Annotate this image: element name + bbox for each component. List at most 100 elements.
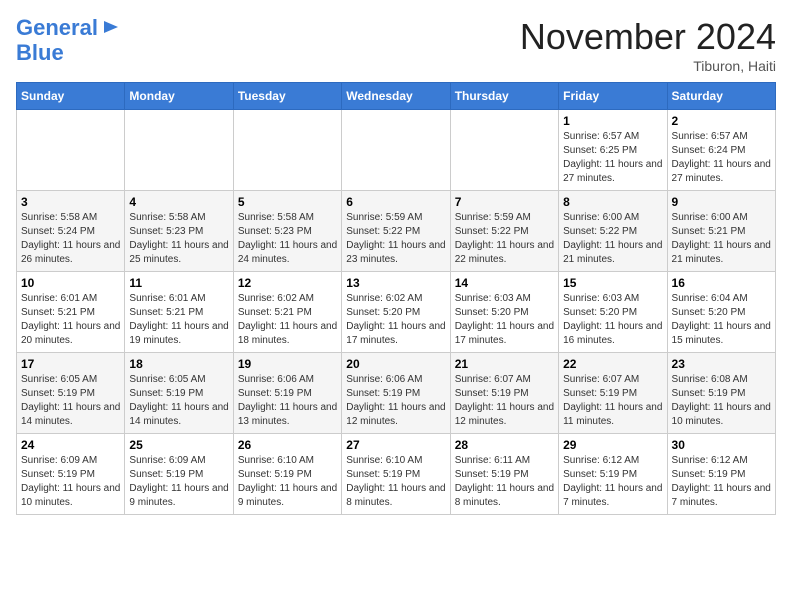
day-number: 29 (563, 438, 662, 452)
day-info: Sunrise: 6:09 AMSunset: 5:19 PMDaylight:… (21, 454, 120, 510)
day-number: 21 (455, 357, 554, 371)
calendar-cell: 23 Sunrise: 6:08 AMSunset: 5:19 PMDayligh… (667, 353, 775, 434)
weekday-header-sunday: Sunday (17, 83, 125, 110)
day-info: Sunrise: 5:59 AMSunset: 5:22 PMDaylight:… (455, 211, 554, 267)
day-number: 16 (672, 276, 771, 290)
day-number: 7 (455, 195, 554, 209)
calendar-cell: 10 Sunrise: 6:01 AMSunset: 5:21 PMDayligh… (17, 272, 125, 353)
day-number: 9 (672, 195, 771, 209)
calendar-cell (342, 110, 450, 191)
day-number: 22 (563, 357, 662, 371)
day-info: Sunrise: 5:59 AMSunset: 5:22 PMDaylight:… (346, 211, 445, 267)
calendar-cell: 6 Sunrise: 5:59 AMSunset: 5:22 PMDaylight… (342, 191, 450, 272)
calendar-cell: 25 Sunrise: 6:09 AMSunset: 5:19 PMDayligh… (125, 434, 233, 515)
day-info: Sunrise: 5:58 AMSunset: 5:23 PMDaylight:… (129, 211, 228, 267)
calendar-cell: 3 Sunrise: 5:58 AMSunset: 5:24 PMDaylight… (17, 191, 125, 272)
calendar-cell: 28Sunrise: 6:11 AMSunset: 5:19 PMDayligh… (450, 434, 558, 515)
day-info: Sunrise: 5:58 AMSunset: 5:24 PMDaylight:… (21, 211, 120, 267)
weekday-header-tuesday: Tuesday (233, 83, 341, 110)
day-info: Sunrise: 6:57 AMSunset: 6:24 PMDaylight:… (672, 130, 771, 186)
logo-text-line1: General (16, 16, 98, 40)
calendar-cell: 1 Sunrise: 6:57 AMSunset: 6:25 PMDaylight… (559, 110, 667, 191)
day-info: Sunrise: 6:00 AMSunset: 5:22 PMDaylight:… (563, 211, 662, 267)
calendar-cell: 19Sunrise: 6:06 AMSunset: 5:19 PMDayligh… (233, 353, 341, 434)
location-subtitle: Tiburon, Haiti (520, 58, 776, 74)
title-block: November 2024 Tiburon, Haiti (520, 16, 776, 74)
page-header: General Blue November 2024 Tiburon, Hait… (16, 16, 776, 74)
day-info: Sunrise: 6:05 AMSunset: 5:19 PMDaylight:… (129, 373, 228, 429)
day-info: Sunrise: 6:57 AMSunset: 6:25 PMDaylight:… (563, 130, 662, 186)
day-info: Sunrise: 6:12 AMSunset: 5:19 PMDaylight:… (672, 454, 771, 510)
calendar-cell: 2 Sunrise: 6:57 AMSunset: 6:24 PMDaylight… (667, 110, 775, 191)
day-number: 5 (238, 195, 337, 209)
day-number: 3 (21, 195, 120, 209)
day-number: 6 (346, 195, 445, 209)
calendar-week-row: 10 Sunrise: 6:01 AMSunset: 5:21 PMDayligh… (17, 272, 776, 353)
day-info: Sunrise: 6:07 AMSunset: 5:19 PMDaylight:… (455, 373, 554, 429)
day-number: 26 (238, 438, 337, 452)
calendar-header-row: SundayMondayTuesdayWednesdayThursdayFrid… (17, 83, 776, 110)
day-number: 12 (238, 276, 337, 290)
calendar-cell: 17Sunrise: 6:05 AMSunset: 5:19 PMDayligh… (17, 353, 125, 434)
day-info: Sunrise: 5:58 AMSunset: 5:23 PMDaylight:… (238, 211, 337, 267)
calendar-cell: 29Sunrise: 6:12 AMSunset: 5:19 PMDayligh… (559, 434, 667, 515)
day-number: 28 (455, 438, 554, 452)
day-number: 4 (129, 195, 228, 209)
logo-text-line2: Blue (16, 41, 64, 65)
logo-arrow-icon (102, 18, 120, 36)
day-info: Sunrise: 6:10 AMSunset: 5:19 PMDaylight:… (346, 454, 445, 510)
calendar-cell: 22 Sunrise: 6:07 AMSunset: 5:19 PMDayligh… (559, 353, 667, 434)
day-info: Sunrise: 6:08 AMSunset: 5:19 PMDaylight:… (672, 373, 771, 429)
calendar-week-row: 1 Sunrise: 6:57 AMSunset: 6:25 PMDaylight… (17, 110, 776, 191)
calendar-week-row: 17Sunrise: 6:05 AMSunset: 5:19 PMDayligh… (17, 353, 776, 434)
day-info: Sunrise: 6:09 AMSunset: 5:19 PMDaylight:… (129, 454, 228, 510)
day-number: 11 (129, 276, 228, 290)
weekday-header-friday: Friday (559, 83, 667, 110)
day-info: Sunrise: 6:07 AMSunset: 5:19 PMDaylight:… (563, 373, 662, 429)
day-number: 13 (346, 276, 445, 290)
day-info: Sunrise: 6:02 AMSunset: 5:21 PMDaylight:… (238, 292, 337, 348)
calendar-cell: 7 Sunrise: 5:59 AMSunset: 5:22 PMDaylight… (450, 191, 558, 272)
calendar-cell (450, 110, 558, 191)
day-info: Sunrise: 6:05 AMSunset: 5:19 PMDaylight:… (21, 373, 120, 429)
day-info: Sunrise: 6:00 AMSunset: 5:21 PMDaylight:… (672, 211, 771, 267)
calendar-cell: 21 Sunrise: 6:07 AMSunset: 5:19 PMDayligh… (450, 353, 558, 434)
weekday-header-saturday: Saturday (667, 83, 775, 110)
calendar-cell: 30Sunrise: 6:12 AMSunset: 5:19 PMDayligh… (667, 434, 775, 515)
month-title: November 2024 (520, 16, 776, 58)
day-number: 25 (129, 438, 228, 452)
calendar-week-row: 3 Sunrise: 5:58 AMSunset: 5:24 PMDaylight… (17, 191, 776, 272)
day-number: 2 (672, 114, 771, 128)
day-number: 14 (455, 276, 554, 290)
day-number: 10 (21, 276, 120, 290)
weekday-header-monday: Monday (125, 83, 233, 110)
day-number: 1 (563, 114, 662, 128)
calendar-cell: 18 Sunrise: 6:05 AMSunset: 5:19 PMDayligh… (125, 353, 233, 434)
calendar-cell: 26Sunrise: 6:10 AMSunset: 5:19 PMDayligh… (233, 434, 341, 515)
calendar-cell: 12 Sunrise: 6:02 AMSunset: 5:21 PMDayligh… (233, 272, 341, 353)
calendar-week-row: 24 Sunrise: 6:09 AMSunset: 5:19 PMDayligh… (17, 434, 776, 515)
calendar-cell: 24 Sunrise: 6:09 AMSunset: 5:19 PMDayligh… (17, 434, 125, 515)
day-number: 18 (129, 357, 228, 371)
day-number: 23 (672, 357, 771, 371)
calendar-cell: 16Sunrise: 6:04 AMSunset: 5:20 PMDayligh… (667, 272, 775, 353)
weekday-header-wednesday: Wednesday (342, 83, 450, 110)
calendar-cell (125, 110, 233, 191)
day-number: 24 (21, 438, 120, 452)
calendar-cell: 8Sunrise: 6:00 AMSunset: 5:22 PMDaylight… (559, 191, 667, 272)
day-info: Sunrise: 6:02 AMSunset: 5:20 PMDaylight:… (346, 292, 445, 348)
day-info: Sunrise: 6:03 AMSunset: 5:20 PMDaylight:… (563, 292, 662, 348)
day-info: Sunrise: 6:01 AMSunset: 5:21 PMDaylight:… (129, 292, 228, 348)
day-number: 20 (346, 357, 445, 371)
calendar-cell: 9 Sunrise: 6:00 AMSunset: 5:21 PMDaylight… (667, 191, 775, 272)
calendar-cell (233, 110, 341, 191)
day-info: Sunrise: 6:06 AMSunset: 5:19 PMDaylight:… (238, 373, 337, 429)
logo: General Blue (16, 16, 120, 65)
day-number: 15 (563, 276, 662, 290)
calendar-cell: 13 Sunrise: 6:02 AMSunset: 5:20 PMDayligh… (342, 272, 450, 353)
calendar-cell: 5 Sunrise: 5:58 AMSunset: 5:23 PMDaylight… (233, 191, 341, 272)
day-info: Sunrise: 6:03 AMSunset: 5:20 PMDaylight:… (455, 292, 554, 348)
day-info: Sunrise: 6:01 AMSunset: 5:21 PMDaylight:… (21, 292, 120, 348)
calendar-cell: 27Sunrise: 6:10 AMSunset: 5:19 PMDayligh… (342, 434, 450, 515)
calendar-cell: 11 Sunrise: 6:01 AMSunset: 5:21 PMDayligh… (125, 272, 233, 353)
